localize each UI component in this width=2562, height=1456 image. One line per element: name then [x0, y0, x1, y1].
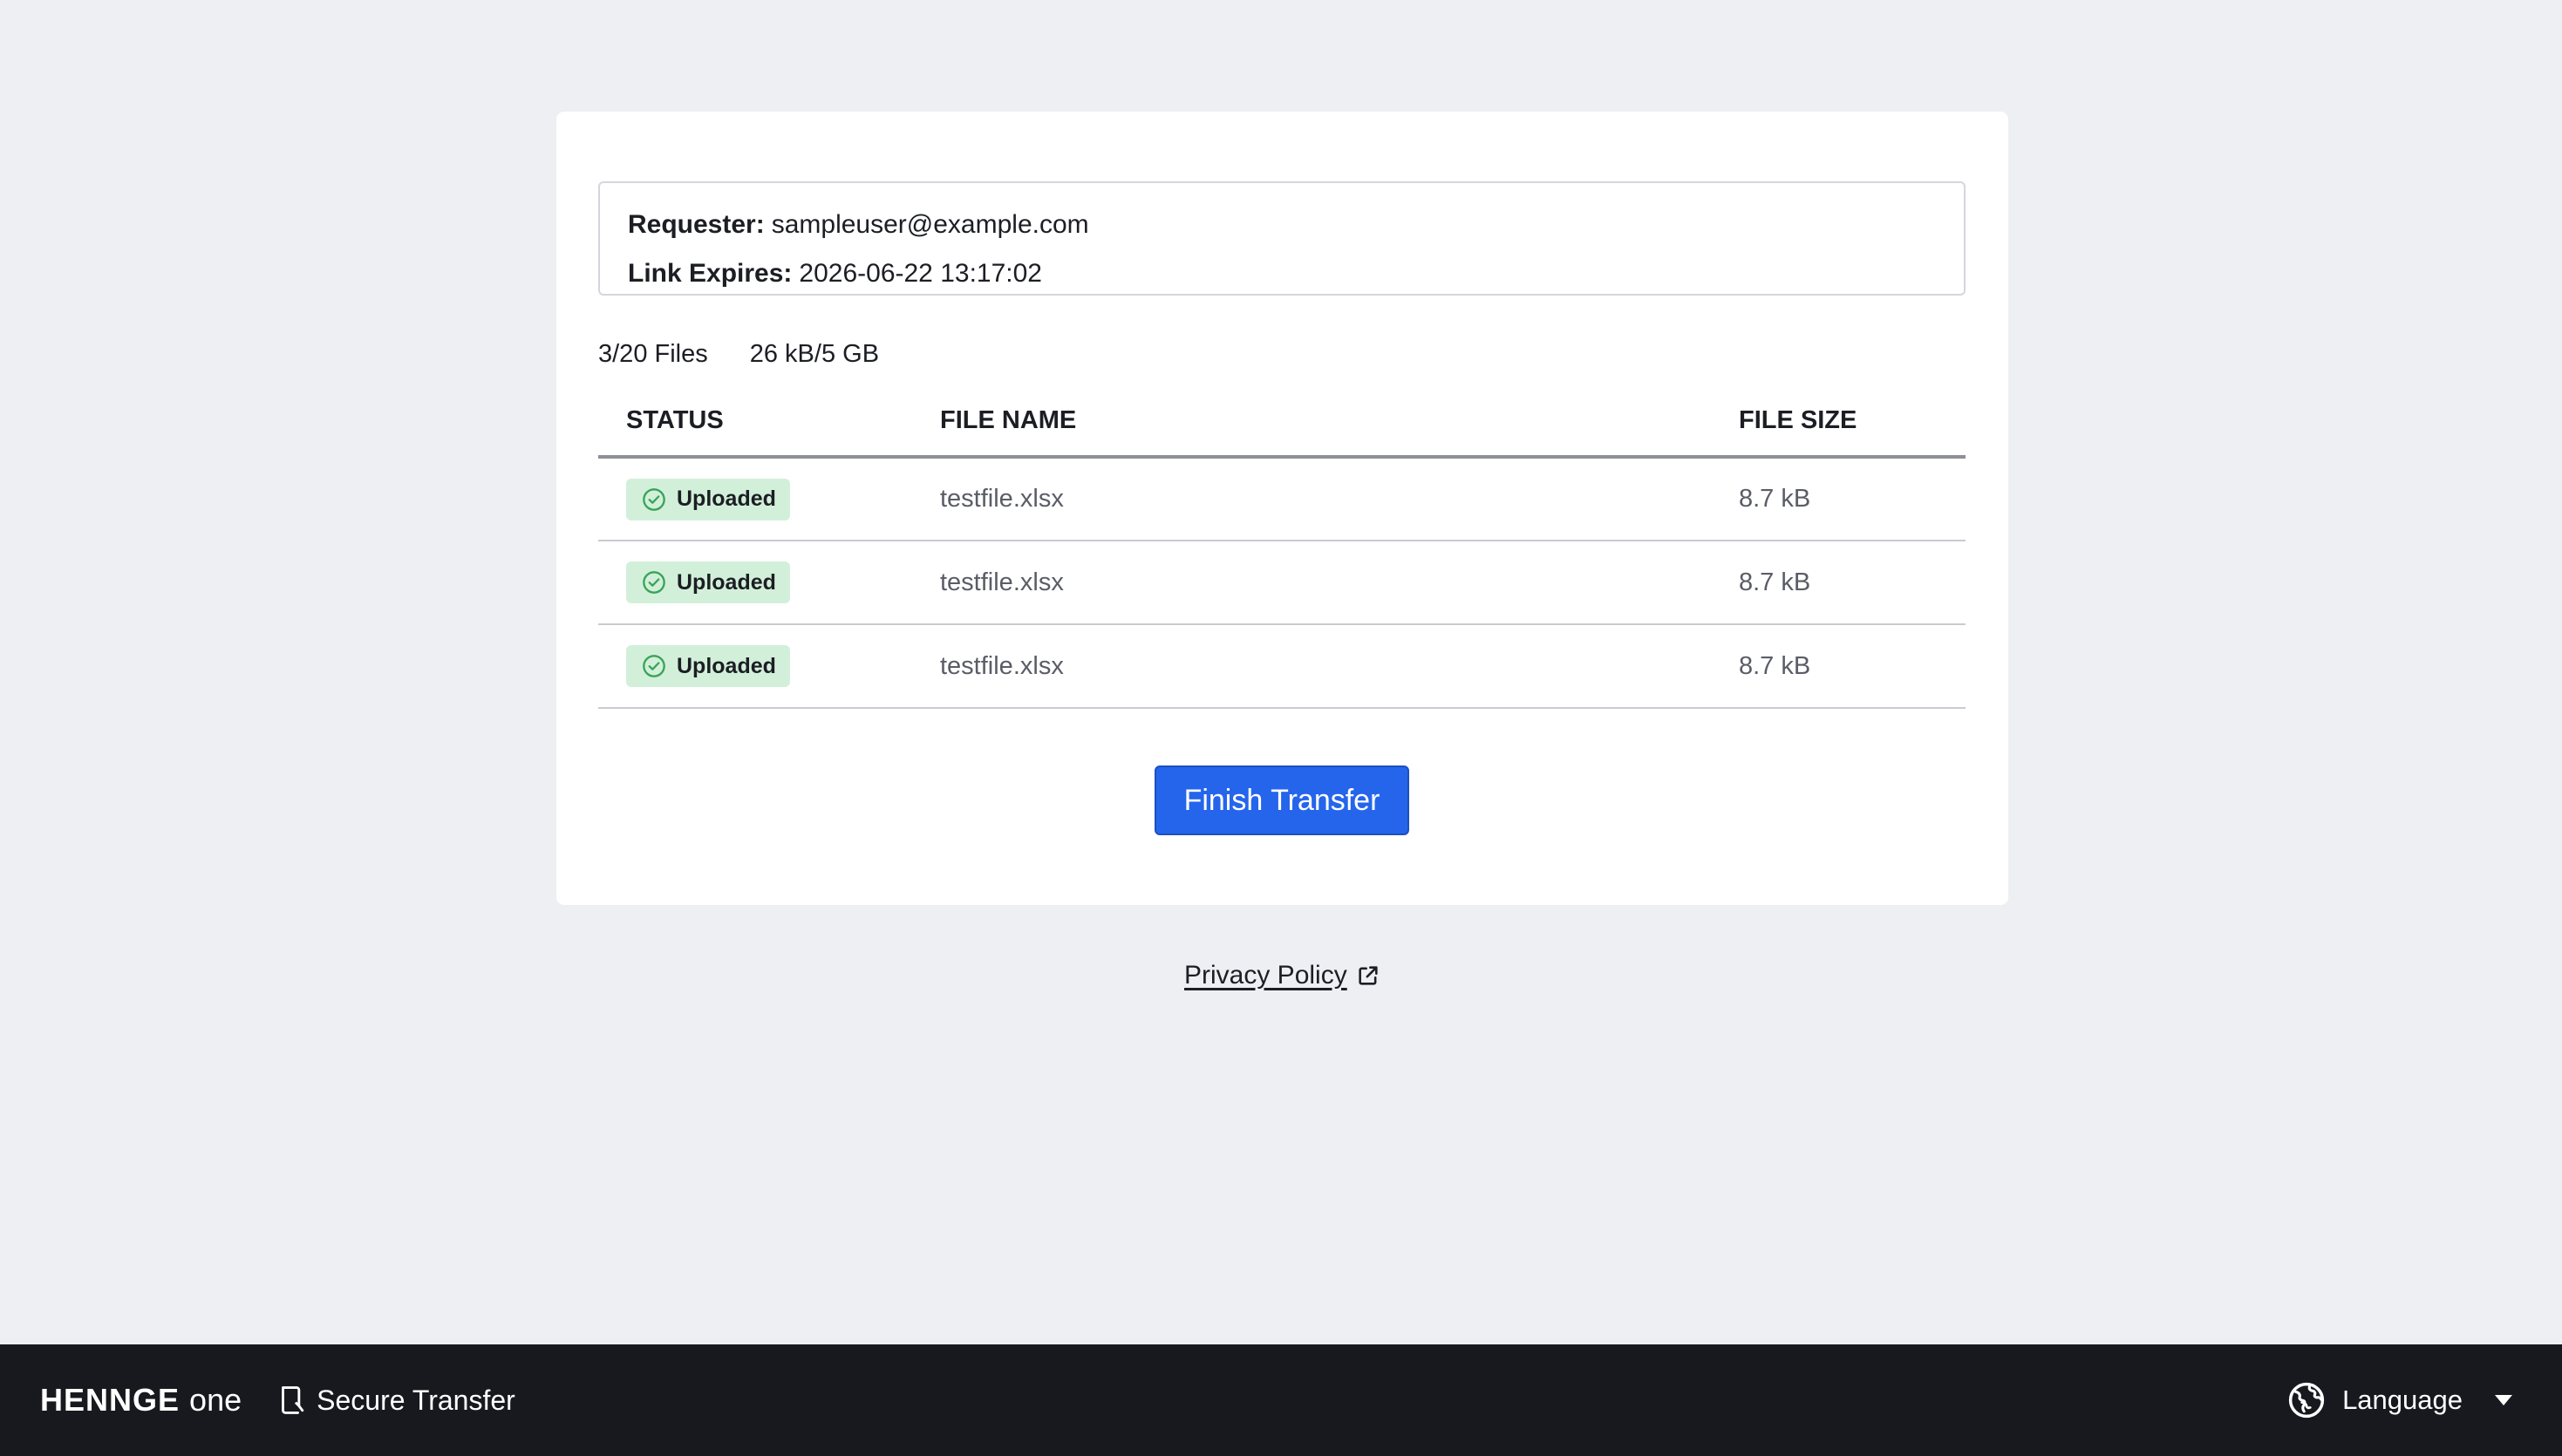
secure-transfer-icon	[282, 1386, 304, 1414]
status-text: Uploaded	[677, 653, 776, 678]
transfer-card: Requester: sampleuser@example.com Link E…	[556, 112, 2008, 905]
size-usage: 26 kB/5 GB	[749, 340, 880, 368]
file-count: 3/20 Files	[598, 340, 708, 368]
brand-main: HENNGE	[40, 1382, 181, 1418]
header-file-name: FILE NAME	[940, 391, 1739, 459]
external-link-icon	[1359, 966, 1378, 985]
file-table: STATUS FILE NAME FILE SIZE Uploaded test…	[598, 391, 1966, 709]
product-label: Secure Transfer	[278, 1385, 515, 1417]
status-badge: Uploaded	[626, 478, 790, 520]
requester-row: Requester: sampleuser@example.com	[628, 201, 1936, 249]
language-label: Language	[2342, 1385, 2463, 1415]
header-file-size: FILE SIZE	[1739, 391, 1966, 459]
file-size-cell: 8.7 kB	[1739, 541, 1966, 625]
table-row: Uploaded testfile.xlsx 8.7 kB	[598, 457, 1966, 541]
status-badge: Uploaded	[626, 645, 790, 687]
brand-logo: HENNGE one	[40, 1382, 242, 1419]
globe-icon	[2288, 1382, 2325, 1419]
table-row: Uploaded testfile.xlsx 8.7 kB	[598, 541, 1966, 625]
check-circle-icon	[643, 571, 665, 594]
privacy-policy-link[interactable]: Privacy Policy	[1184, 961, 1380, 990]
language-selector[interactable]: Language	[2288, 1382, 2513, 1419]
status-cell: Uploaded	[598, 457, 940, 541]
status-cell: Uploaded	[598, 624, 940, 709]
finish-transfer-button[interactable]: Finish Transfer	[1155, 765, 1409, 835]
status-text: Uploaded	[677, 486, 776, 511]
status-text: Uploaded	[677, 569, 776, 595]
table-header-row: STATUS FILE NAME FILE SIZE	[598, 391, 1966, 459]
transfer-summary: 3/20 Files 26 kB/5 GB	[598, 340, 879, 369]
check-circle-icon	[643, 487, 665, 511]
brand-suffix: one	[189, 1382, 242, 1418]
header-status: STATUS	[598, 391, 940, 459]
expires-value: 2026-06-22 13:17:02	[799, 259, 1042, 288]
caret-down-icon	[2495, 1395, 2512, 1405]
status-cell: Uploaded	[598, 541, 940, 625]
file-name-cell: testfile.xlsx	[940, 457, 1739, 541]
file-name-cell: testfile.xlsx	[940, 624, 1739, 709]
product-name: Secure Transfer	[317, 1384, 515, 1416]
table-row: Uploaded testfile.xlsx 8.7 kB	[598, 624, 1966, 709]
file-size-cell: 8.7 kB	[1739, 624, 1966, 709]
expires-label: Link Expires:	[628, 259, 793, 288]
check-circle-icon	[643, 655, 665, 677]
request-info: Requester: sampleuser@example.com Link E…	[598, 181, 1966, 296]
expires-row: Link Expires: 2026-06-22 13:17:02	[628, 249, 1936, 298]
footer: HENNGE one Secure Transfer Language	[0, 1344, 2562, 1456]
file-size-cell: 8.7 kB	[1739, 457, 1966, 541]
requester-value: sampleuser@example.com	[771, 210, 1089, 239]
requester-label: Requester:	[628, 210, 765, 239]
status-badge: Uploaded	[626, 561, 790, 603]
privacy-policy-label: Privacy Policy	[1184, 961, 1347, 990]
file-name-cell: testfile.xlsx	[940, 541, 1739, 625]
